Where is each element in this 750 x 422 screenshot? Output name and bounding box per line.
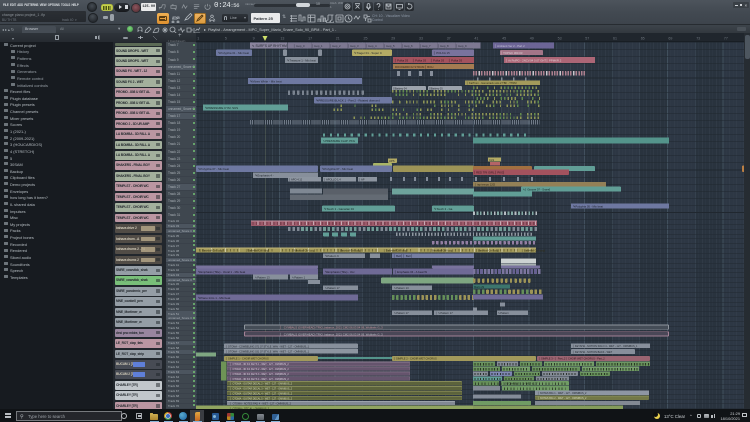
svg-text:61: 61 [613, 36, 617, 40]
svg-text:1: 1 [197, 36, 199, 40]
svg-text:65: 65 [641, 36, 645, 40]
svg-text:57: 57 [585, 36, 589, 40]
svg-text:17: 17 [308, 36, 312, 40]
svg-text:5: 5 [225, 36, 227, 40]
svg-text:13: 13 [280, 36, 284, 40]
svg-text:49: 49 [530, 36, 534, 40]
svg-text:45: 45 [502, 36, 506, 40]
svg-text:25: 25 [364, 36, 368, 40]
svg-text:41: 41 [474, 36, 478, 40]
svg-text:33: 33 [419, 36, 423, 40]
svg-text:29: 29 [391, 36, 395, 40]
svg-text:73: 73 [696, 36, 700, 40]
svg-text:9: 9 [253, 36, 255, 40]
svg-text:21: 21 [336, 36, 340, 40]
svg-text:77: 77 [724, 36, 728, 40]
svg-text:69: 69 [668, 36, 672, 40]
svg-text:53: 53 [558, 36, 562, 40]
svg-text:37: 37 [447, 36, 451, 40]
